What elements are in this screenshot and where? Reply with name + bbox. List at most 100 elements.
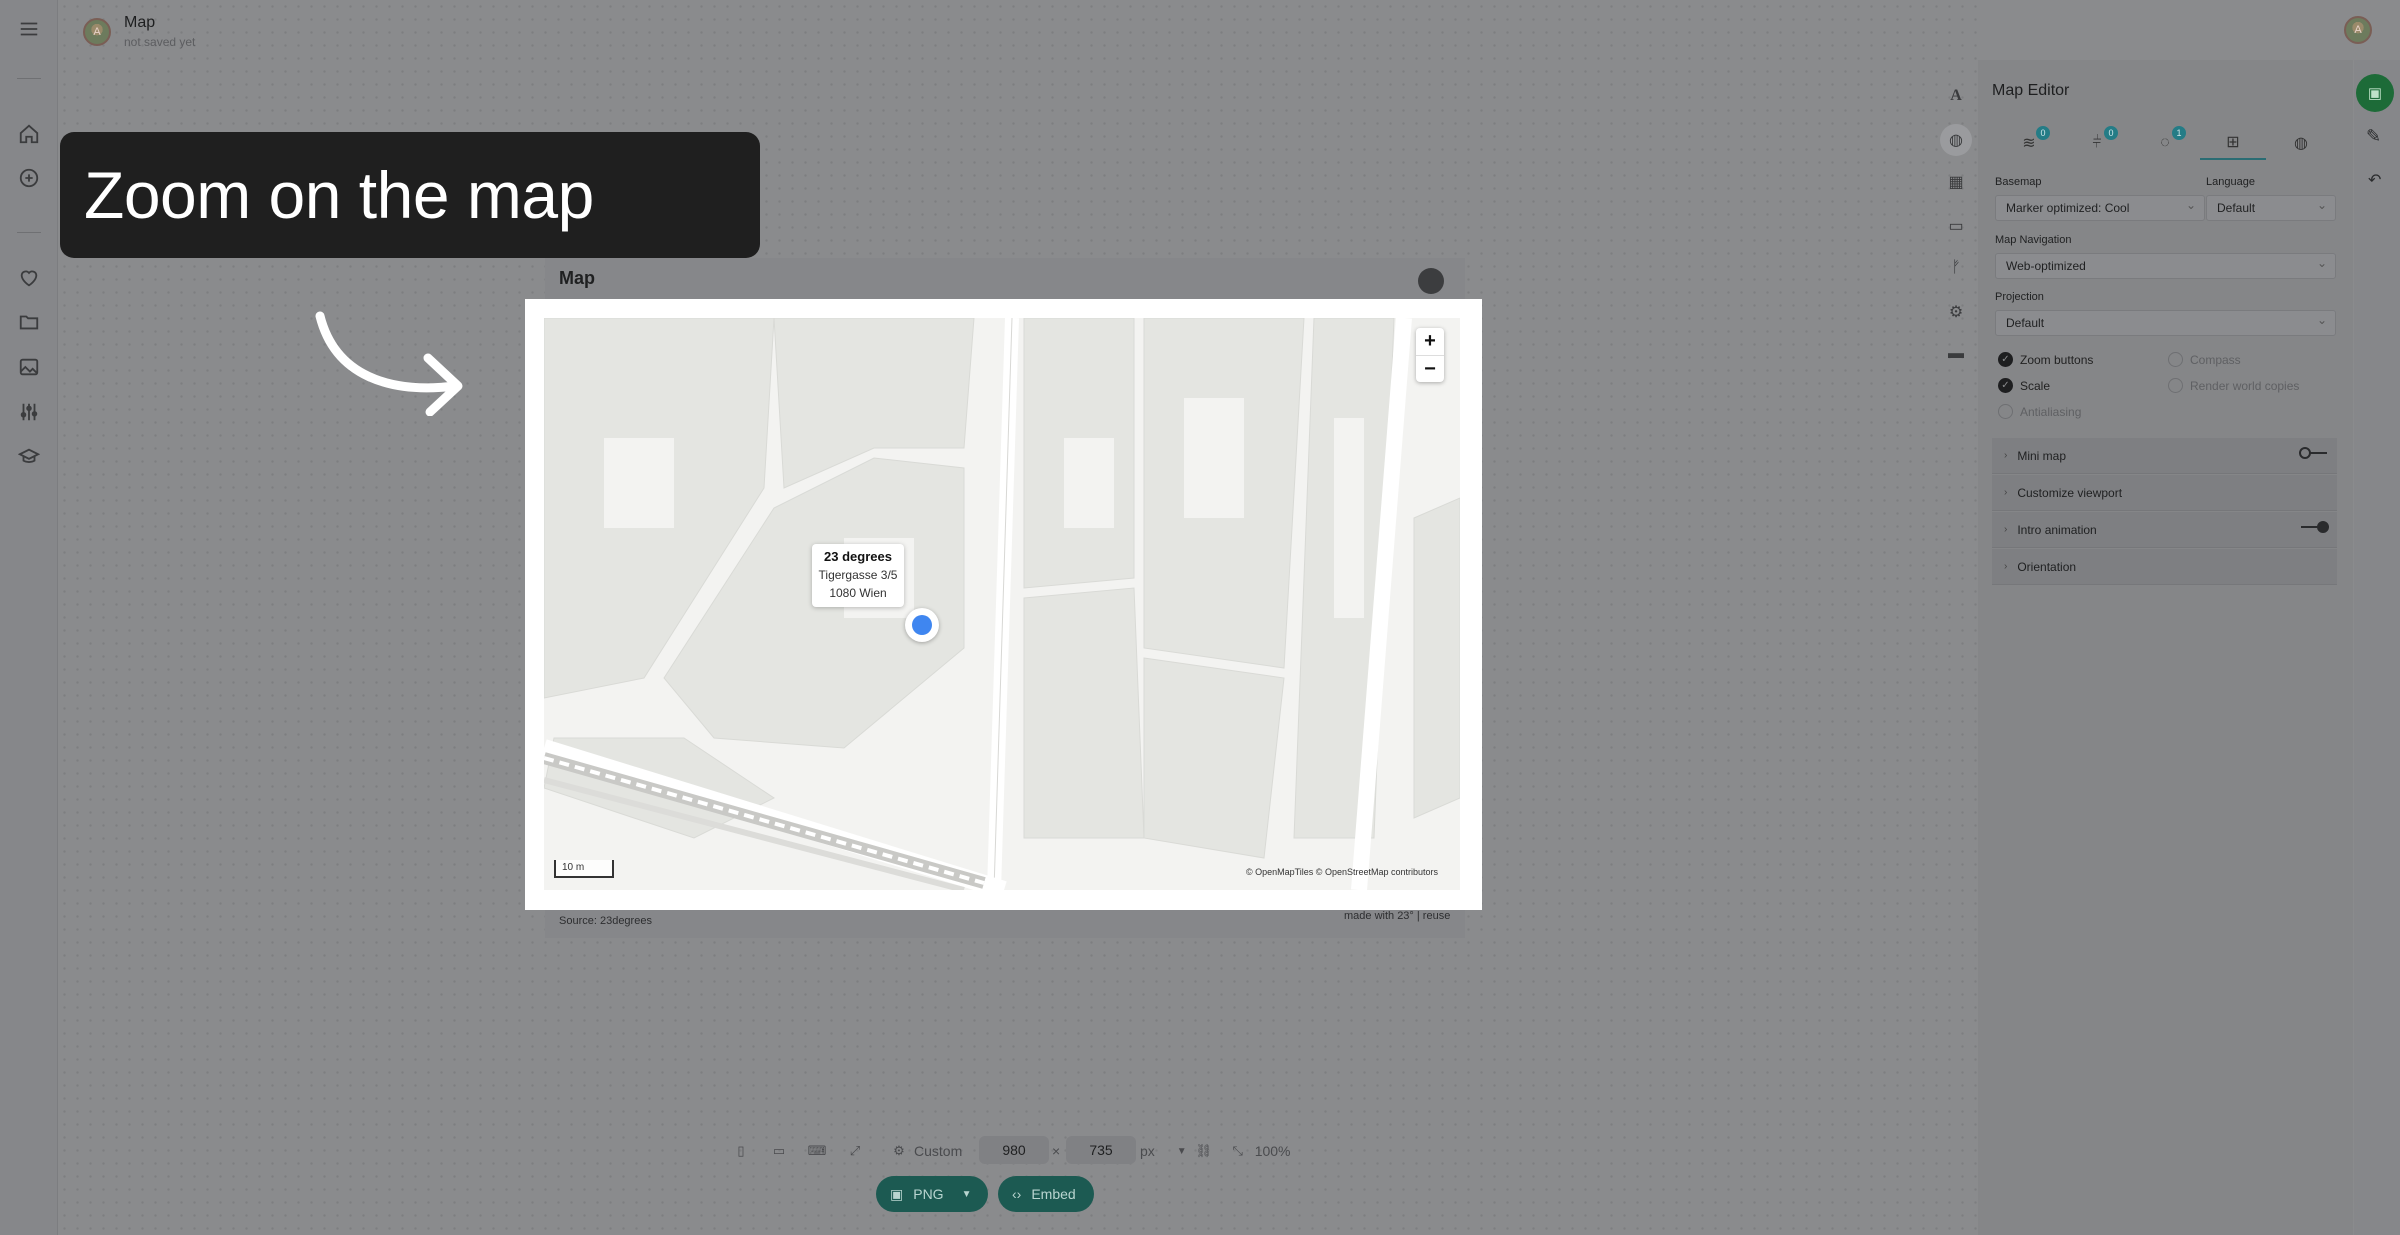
tab-globe[interactable]: ◍ bbox=[2268, 126, 2334, 160]
map-viewport[interactable]: + − 23 degrees Tigergasse 3/5 1080 Wien … bbox=[544, 318, 1460, 890]
width-input[interactable]: 980 bbox=[979, 1136, 1049, 1164]
gear-icon[interactable]: ⚙ bbox=[890, 1142, 908, 1160]
tab-badge: 0 bbox=[2104, 126, 2118, 140]
folder-icon[interactable] bbox=[17, 310, 41, 334]
embed-button[interactable]: ‹› Embed bbox=[998, 1176, 1094, 1212]
home-icon[interactable] bbox=[17, 122, 41, 146]
radio-icon bbox=[2168, 352, 2183, 367]
brand-logo-icon bbox=[1418, 268, 1444, 294]
toolbar-device-group: ▯ ▭ ⌨ ⤢ ⚙ Custom bbox=[732, 1138, 962, 1164]
basemap-label: Basemap bbox=[1995, 176, 2042, 188]
avatar[interactable]: A bbox=[83, 18, 111, 46]
tab-badge: 1 bbox=[2172, 126, 2186, 140]
laptop-icon[interactable]: ⌨ bbox=[808, 1142, 827, 1160]
scale-bar: 10 m bbox=[554, 860, 614, 878]
section-mini-map[interactable]: › Mini map bbox=[1992, 438, 2337, 474]
save-button[interactable]: ▣ bbox=[2356, 74, 2394, 112]
tab-markers[interactable]: ◌ 1 bbox=[2132, 126, 2198, 160]
image-icon[interactable] bbox=[17, 355, 41, 379]
section-intro-animation[interactable]: › Intro animation bbox=[1992, 512, 2337, 548]
section-customize-viewport[interactable]: › Customize viewport bbox=[1992, 475, 2337, 511]
antialiasing-checkbox[interactable]: Antialiasing bbox=[1998, 404, 2081, 419]
unit-select[interactable]: px bbox=[1140, 1143, 1155, 1159]
left-nav-rail bbox=[0, 0, 58, 1235]
zoom-controls: + − bbox=[1416, 328, 1444, 382]
scale-checkbox[interactable]: ✓ Scale bbox=[1998, 378, 2050, 393]
user-avatar[interactable]: A bbox=[2344, 16, 2372, 44]
made-with-credit[interactable]: made with 23° | reuse bbox=[1344, 910, 1450, 922]
zoom-out-button[interactable]: − bbox=[1416, 355, 1444, 382]
mini-map-toggle[interactable] bbox=[2299, 447, 2327, 459]
text-tool-icon[interactable]: A bbox=[1940, 80, 1972, 112]
chevron-down-icon[interactable]: ▼ bbox=[1177, 1146, 1187, 1157]
chevron-right-icon: › bbox=[2004, 450, 2008, 461]
divider bbox=[17, 232, 41, 233]
compass-checkbox[interactable]: Compass bbox=[2168, 352, 2241, 367]
tutorial-callout: Zoom on the map bbox=[60, 132, 760, 258]
lock-icon[interactable]: ⛓ bbox=[1195, 1142, 1213, 1160]
map-marker[interactable] bbox=[905, 608, 939, 642]
map-card-title[interactable]: Map bbox=[559, 268, 595, 289]
callout-text: Zoom on the map bbox=[84, 158, 594, 232]
marker-icon: ◌ bbox=[2160, 134, 2170, 151]
marker-dot bbox=[912, 615, 932, 635]
divider bbox=[17, 78, 41, 79]
phone-icon[interactable]: ▯ bbox=[732, 1142, 750, 1160]
basemap-select[interactable]: Marker optimized: Cool bbox=[1995, 193, 2205, 221]
navigation-label: Map Navigation bbox=[1995, 234, 2072, 246]
checkmark-icon: ✓ bbox=[1998, 352, 2013, 367]
zoom-in-button[interactable]: + bbox=[1416, 328, 1444, 355]
projection-select[interactable]: Default bbox=[1995, 308, 2336, 336]
table-tool-icon[interactable]: ▦ bbox=[1940, 166, 1972, 198]
map-attribution[interactable]: © OpenMapTiles © OpenStreetMap contribut… bbox=[1246, 867, 1438, 877]
fit-icon[interactable]: ⤡ bbox=[1229, 1142, 1247, 1160]
tablet-icon[interactable]: ▭ bbox=[770, 1142, 788, 1160]
unit-select-group: px ▼ ⛓ ⤡ 100% bbox=[1140, 1138, 1291, 1164]
map-tiles[interactable] bbox=[544, 318, 1460, 890]
add-icon[interactable] bbox=[17, 166, 41, 190]
chevron-right-icon: › bbox=[2004, 524, 2008, 535]
filter-icon: ⫩ bbox=[2092, 134, 2102, 151]
globe-tool-icon[interactable]: ◍ bbox=[1940, 124, 1972, 156]
tab-filters[interactable]: ⫩ 0 bbox=[2064, 126, 2130, 160]
pencil-icon[interactable]: ✎ bbox=[2366, 126, 2381, 147]
globe-icon: ◍ bbox=[2294, 135, 2308, 152]
dimension-times: × bbox=[1052, 1143, 1061, 1159]
marker-popup[interactable]: 23 degrees Tigergasse 3/5 1080 Wien bbox=[812, 544, 904, 607]
height-input[interactable]: 735 bbox=[1066, 1136, 1136, 1164]
map-source[interactable]: Source: 23degrees bbox=[559, 915, 652, 927]
embed-label: Embed bbox=[1031, 1186, 1076, 1202]
document-title[interactable]: Map bbox=[124, 14, 155, 32]
render-world-copies-checkbox[interactable]: Render world copies bbox=[2168, 378, 2299, 393]
display-tool-icon[interactable]: ▭ bbox=[1940, 210, 1972, 242]
tab-layers[interactable]: ≋ 0 bbox=[1996, 126, 2062, 160]
branch-tool-icon[interactable]: ᚠ bbox=[1940, 252, 1972, 284]
sliders-icon[interactable] bbox=[17, 400, 41, 424]
popup-title: 23 degrees bbox=[824, 549, 892, 564]
section-orientation[interactable]: › Orientation bbox=[1992, 549, 2337, 585]
code-icon: ‹› bbox=[1012, 1186, 1022, 1202]
heart-icon[interactable] bbox=[17, 266, 41, 290]
chevron-down-icon[interactable]: ▼ bbox=[962, 1189, 972, 1200]
map-editor-panel: Map Editor ≋ 0 ⫩ 0 ◌ 1 ⊞ ◍ Basemap Marker o… bbox=[1978, 60, 2353, 1235]
size-preset[interactable]: Custom bbox=[914, 1143, 962, 1159]
gear-icon[interactable]: ⚙ bbox=[1940, 296, 1972, 328]
layers-icon: ≋ bbox=[2022, 135, 2036, 152]
zoom-level[interactable]: 100% bbox=[1255, 1143, 1291, 1159]
zoom-buttons-checkbox[interactable]: ✓ Zoom buttons bbox=[1998, 352, 2093, 367]
export-png-button[interactable]: ▣ PNG ▼ bbox=[876, 1176, 988, 1212]
fullscreen-icon[interactable]: ⤢ bbox=[846, 1142, 864, 1160]
paint-roller-icon[interactable]: ▬ bbox=[1940, 338, 1972, 370]
tab-badge: 0 bbox=[2036, 126, 2050, 140]
intro-animation-toggle[interactable] bbox=[2301, 521, 2329, 533]
save-status: not saved yet bbox=[124, 35, 196, 49]
navigation-select[interactable]: Web-optimized bbox=[1995, 251, 2336, 279]
tab-map[interactable]: ⊞ bbox=[2200, 126, 2266, 160]
right-action-rail bbox=[2354, 60, 2400, 1235]
projection-label: Projection bbox=[1995, 291, 2044, 303]
undo-icon[interactable]: ↶ bbox=[2368, 170, 2381, 190]
menu-icon[interactable] bbox=[17, 17, 41, 41]
chevron-right-icon: › bbox=[2004, 561, 2008, 572]
graduation-cap-icon[interactable] bbox=[17, 445, 41, 469]
language-select[interactable]: Default bbox=[2206, 193, 2336, 221]
